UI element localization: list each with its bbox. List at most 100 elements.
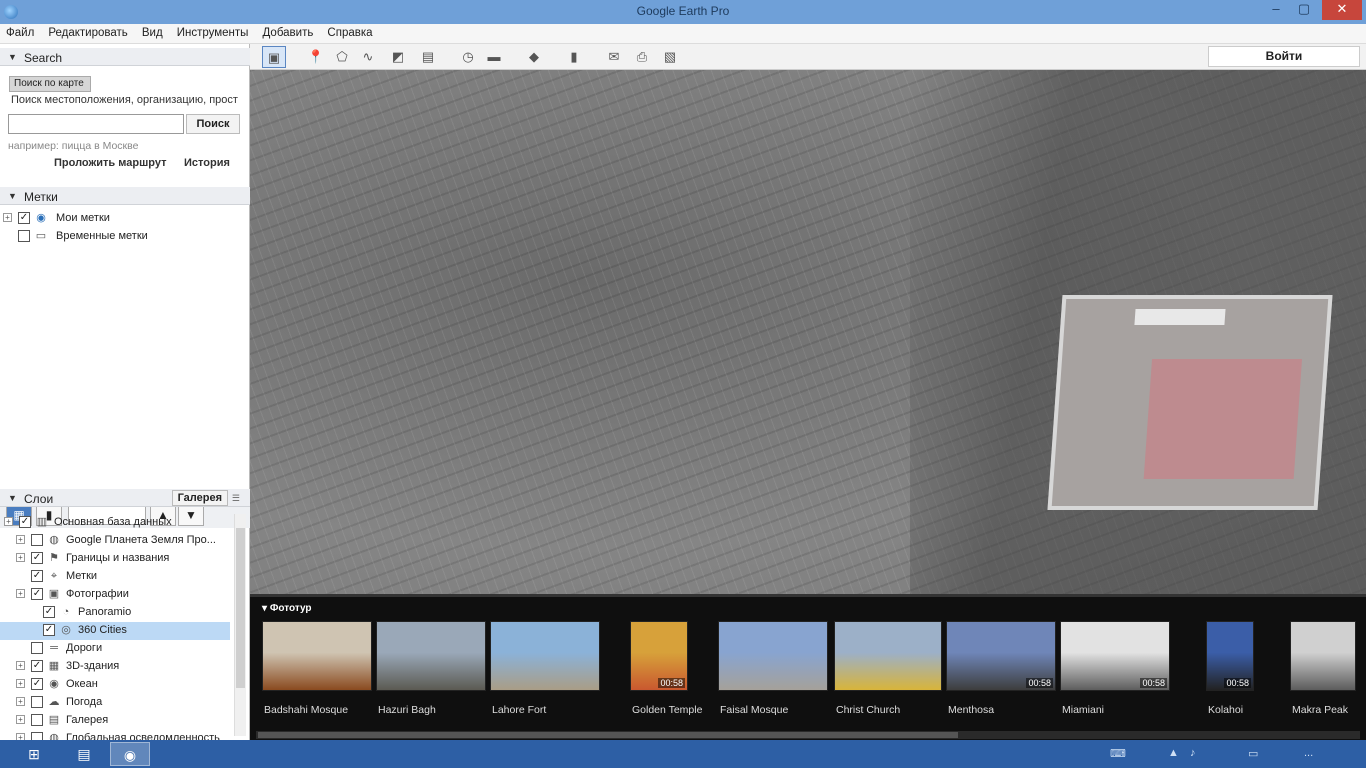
layer-item[interactable]: + ✓ ⚑ Границы и названия: [0, 550, 230, 568]
sidebar-toggle-button[interactable]: ▣: [262, 46, 286, 68]
add-placemark-button[interactable]: 📍: [304, 46, 328, 68]
expand-icon[interactable]: +: [16, 697, 25, 706]
add-path-button[interactable]: ∿: [356, 46, 380, 68]
history-link[interactable]: История: [184, 157, 230, 169]
photo-thumbnail[interactable]: [376, 621, 486, 691]
search-panel-header[interactable]: ▼ Search: [0, 48, 250, 66]
save-image-button[interactable]: ▧: [658, 46, 682, 68]
places-item-label: Временные метки: [56, 230, 148, 242]
maximize-button[interactable]: ▢: [1290, 0, 1318, 20]
checkbox[interactable]: ✓: [18, 212, 30, 224]
search-button[interactable]: Поиск: [186, 114, 240, 134]
layers-scrollbar[interactable]: [234, 514, 246, 736]
expand-icon[interactable]: +: [16, 589, 25, 598]
layer-item[interactable]: + ✓ ◉ Океан: [0, 676, 230, 694]
sign-in-button[interactable]: Войти: [1208, 46, 1360, 67]
window-title: Google Earth Pro: [636, 4, 730, 18]
expand-icon[interactable]: +: [16, 535, 25, 544]
search-input[interactable]: [8, 114, 184, 134]
places-panel-header[interactable]: ▼ Метки: [0, 187, 250, 205]
checkbox[interactable]: [31, 642, 43, 654]
route-link[interactable]: Проложить маршрут: [54, 157, 166, 169]
historical-imagery-button[interactable]: ◷: [456, 46, 480, 68]
photo-thumbnail[interactable]: 00:58: [1060, 621, 1170, 691]
search-tab[interactable]: Поиск по карте: [9, 76, 91, 92]
photo-thumbnail[interactable]: 00:58: [1206, 621, 1254, 691]
notification-icon[interactable]: ▭: [1248, 747, 1258, 760]
volume-icon[interactable]: ♪: [1190, 747, 1196, 759]
checkbox[interactable]: [31, 534, 43, 546]
ruler-button[interactable]: ▮: [562, 46, 586, 68]
photo-thumbnail[interactable]: [490, 621, 600, 691]
expand-icon[interactable]: +: [16, 661, 25, 670]
photo-title: Miamiani: [1062, 704, 1105, 716]
layer-item[interactable]: ✓ ◎ 360 Cities: [0, 622, 230, 640]
places-panel-title: Метки: [24, 190, 58, 204]
expand-icon[interactable]: +: [3, 213, 12, 222]
checkbox[interactable]: ✓: [43, 624, 55, 636]
checkbox[interactable]: [18, 230, 30, 242]
network-icon[interactable]: ▲: [1168, 747, 1179, 759]
layer-item[interactable]: + ☁ Погода: [0, 694, 230, 712]
layer-item[interactable]: + ✓ ▦ 3D-здания: [0, 658, 230, 676]
expand-icon[interactable]: +: [4, 517, 13, 526]
photo-thumbnail[interactable]: 00:58: [630, 621, 688, 691]
panel-menu-icon[interactable]: ☰: [232, 493, 240, 504]
places-item-temporary[interactable]: ▭ Временные метки: [0, 228, 240, 246]
building-icon: ▦: [48, 660, 60, 672]
layer-item[interactable]: ═ Дороги: [0, 640, 230, 658]
expand-icon[interactable]: +: [16, 553, 25, 562]
layer-item[interactable]: + ◍ Google Планета Земля Про...: [0, 532, 230, 550]
checkbox[interactable]: [31, 696, 43, 708]
photo-strip-caption[interactable]: ▾ Фототур: [262, 603, 312, 614]
record-tour-button[interactable]: ▤: [416, 46, 440, 68]
email-button[interactable]: ✉: [602, 46, 626, 68]
close-button[interactable]: ✕: [1322, 0, 1362, 20]
expand-icon[interactable]: +: [16, 679, 25, 688]
checkbox[interactable]: ✓: [43, 606, 55, 618]
planets-button[interactable]: ◆: [522, 46, 546, 68]
checkbox[interactable]: ✓: [31, 678, 43, 690]
start-button[interactable]: ⊞: [14, 742, 54, 766]
layers-panel-header[interactable]: ▼ Слои Галерея ☰: [0, 489, 250, 507]
sunlight-button[interactable]: ▬: [482, 46, 506, 68]
layer-item[interactable]: + ▤ Галерея: [0, 712, 230, 730]
layer-item[interactable]: + ✓ ▥ Основная база данных: [0, 514, 230, 532]
menu-view[interactable]: Вид: [136, 24, 168, 39]
menu-help[interactable]: Справка: [321, 24, 377, 39]
keyboard-icon[interactable]: ⌨: [1110, 747, 1126, 760]
layer-item[interactable]: + ✓ ▣ Фотографии: [0, 586, 230, 604]
minimize-button[interactable]: –: [1262, 0, 1290, 20]
places-item-my-places[interactable]: + ✓ ◉ Мои метки: [0, 210, 240, 228]
print-button[interactable]: ⎙: [630, 46, 654, 68]
photo-thumbnail[interactable]: [718, 621, 828, 691]
clock[interactable]: ...: [1304, 747, 1313, 759]
checkbox[interactable]: ✓: [19, 516, 31, 528]
menu-edit[interactable]: Редактировать: [42, 24, 132, 39]
add-overlay-button[interactable]: ◩: [386, 46, 410, 68]
layer-item[interactable]: ✓ ◔ Panoramio: [0, 604, 230, 622]
scroll-thumb[interactable]: [258, 732, 958, 738]
menu-add[interactable]: Добавить: [257, 24, 319, 39]
expand-icon[interactable]: +: [16, 715, 25, 724]
gallery-button[interactable]: Галерея: [171, 490, 228, 506]
taskbar-google-earth-button[interactable]: ◉: [110, 742, 150, 766]
menu-file[interactable]: Файл: [0, 24, 39, 39]
add-polygon-button[interactable]: ⬠: [330, 46, 354, 68]
photo-strip-scrollbar[interactable]: [256, 731, 1360, 739]
photo-thumbnail[interactable]: 00:58: [946, 621, 1056, 691]
map-view[interactable]: [250, 70, 1366, 594]
photo-thumbnail[interactable]: [262, 621, 372, 691]
checkbox[interactable]: ✓: [31, 588, 43, 600]
taskbar-explorer-button[interactable]: ▤: [64, 742, 104, 766]
checkbox[interactable]: ✓: [31, 570, 43, 582]
map-courtyard: [1143, 359, 1303, 479]
checkbox[interactable]: ✓: [31, 552, 43, 564]
layer-item[interactable]: ✓ ⌖ Метки: [0, 568, 230, 586]
menu-tools[interactable]: Инструменты: [171, 24, 254, 39]
checkbox[interactable]: [31, 714, 43, 726]
photo-thumbnail[interactable]: [834, 621, 942, 691]
photo-thumbnail[interactable]: [1290, 621, 1356, 691]
checkbox[interactable]: ✓: [31, 660, 43, 672]
scroll-thumb[interactable]: [236, 528, 245, 688]
